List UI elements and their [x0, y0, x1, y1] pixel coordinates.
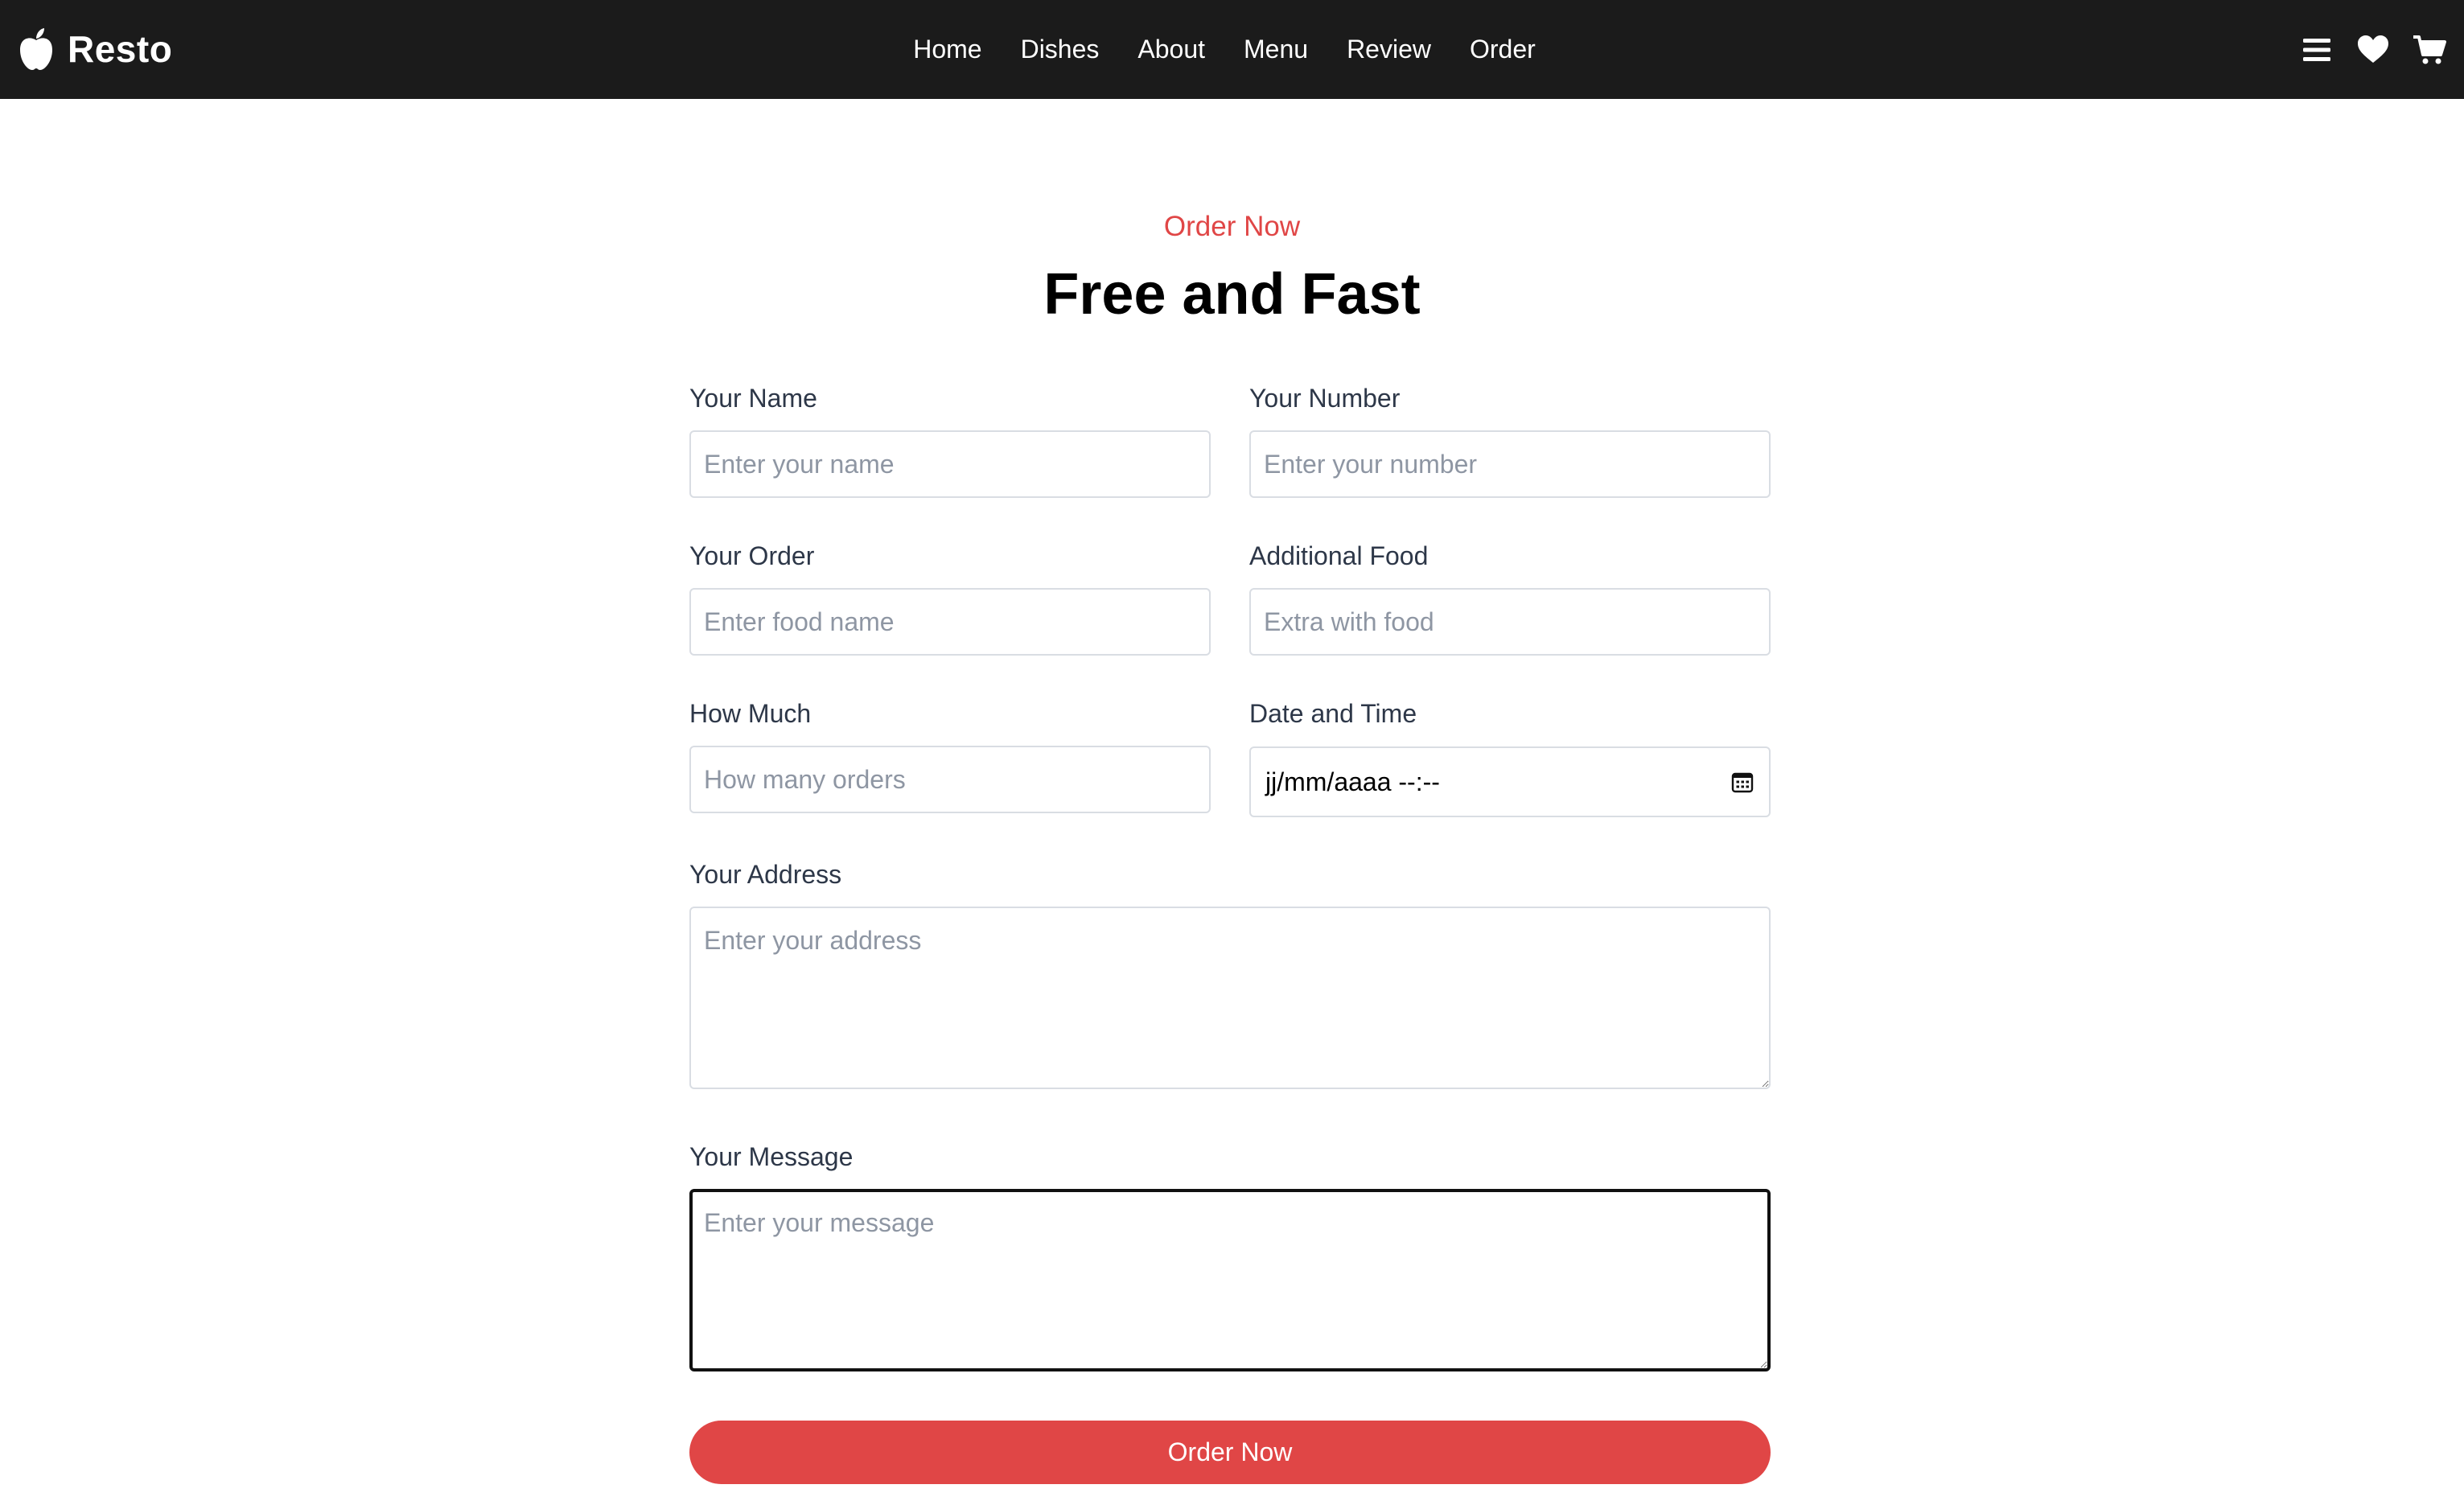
section-title: Free and Fast: [1043, 262, 1421, 327]
section-subtitle: Order Now: [1163, 211, 1301, 242]
order-input[interactable]: [689, 588, 1211, 656]
additional-food-label: Additional Food: [1249, 541, 1429, 570]
message-textarea[interactable]: [689, 1189, 1771, 1371]
brand-logo[interactable]: Resto: [18, 23, 172, 76]
address-label: Your Address: [689, 860, 842, 889]
nav-link-home[interactable]: Home: [913, 35, 981, 64]
nav-link-about[interactable]: About: [1137, 35, 1205, 64]
datetime-input[interactable]: jj/mm/aaaa --:--: [1249, 746, 1771, 817]
order-now-button[interactable]: Order Now: [689, 1421, 1771, 1484]
nav-icons: [2300, 0, 2446, 99]
order-label: Your Order: [689, 541, 815, 570]
datetime-label: Date and Time: [1249, 699, 1417, 728]
name-input[interactable]: [689, 430, 1211, 498]
nav-link-order[interactable]: Order: [1470, 35, 1536, 64]
address-textarea[interactable]: [689, 907, 1771, 1089]
apple-icon: [18, 27, 55, 71]
heart-icon[interactable]: [2356, 33, 2390, 67]
message-label: Your Message: [689, 1142, 854, 1171]
nav-link-review[interactable]: Review: [1347, 35, 1431, 64]
number-input[interactable]: [1249, 430, 1771, 498]
additional-food-input[interactable]: [1249, 588, 1771, 656]
name-label: Your Name: [689, 384, 817, 413]
quantity-label: How Much: [689, 699, 812, 728]
brand-name: Resto: [68, 28, 173, 70]
nav-link-dishes[interactable]: Dishes: [1021, 35, 1100, 64]
number-label: Your Number: [1249, 384, 1401, 413]
navbar: Resto Home Dishes About Menu Review Orde…: [0, 0, 2464, 99]
datetime-value: jj/mm/aaaa --:--: [1265, 767, 1440, 796]
nav-links: Home Dishes About Menu Review Order: [903, 0, 1546, 99]
nav-link-menu[interactable]: Menu: [1244, 35, 1308, 64]
shopping-cart-icon[interactable]: [2413, 33, 2446, 67]
calendar-icon[interactable]: [1730, 770, 1754, 794]
menu-bars-icon[interactable]: [2300, 33, 2334, 67]
quantity-input[interactable]: [689, 746, 1211, 813]
